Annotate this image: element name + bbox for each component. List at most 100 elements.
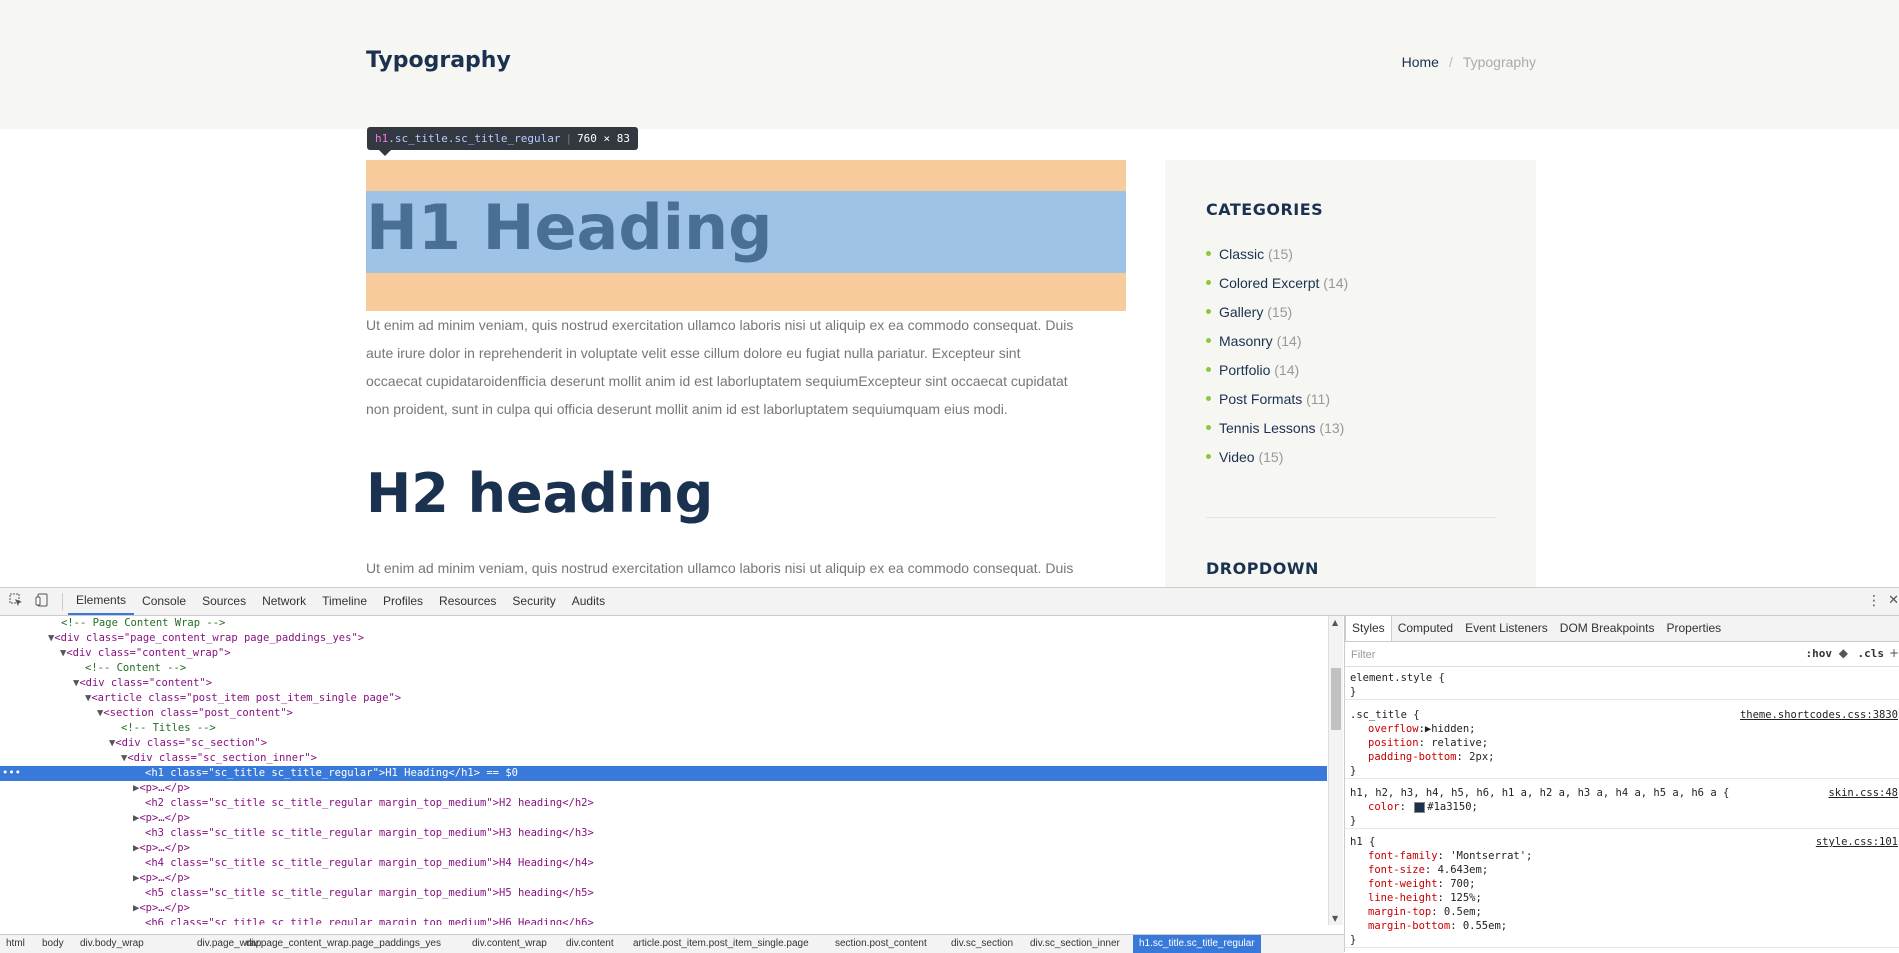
css-rule-headings[interactable]: h1, h2, h3, h4, h5, h6, h1 a, h2 a, h3 a…: [1345, 786, 1899, 829]
tab-profiles[interactable]: Profiles: [375, 588, 431, 615]
dom-breadcrumb[interactable]: div.content: [560, 935, 620, 953]
css-value[interactable]: 700;: [1450, 878, 1475, 890]
category-link[interactable]: Colored Excerpt: [1219, 275, 1319, 291]
dom-breadcrumb[interactable]: body: [36, 935, 70, 953]
more-options-icon[interactable]: ⋮: [1867, 594, 1881, 608]
css-property[interactable]: margin-bottom: [1368, 920, 1450, 932]
css-value[interactable]: 2px;: [1469, 751, 1494, 763]
category-link[interactable]: Portfolio: [1219, 362, 1270, 378]
dom-breadcrumb[interactable]: div.content_wrap: [466, 935, 553, 953]
dom-node-selected[interactable]: ••• <h1 class="sc_title sc_title_regular"…: [0, 766, 1327, 781]
rule-source-link[interactable]: style.css:101: [1816, 835, 1898, 849]
dom-node[interactable]: <h2 class="sc_title sc_title_regular mar…: [0, 796, 1327, 811]
css-value[interactable]: 0.5em;: [1444, 906, 1482, 918]
css-rule-element-style[interactable]: element.style { }: [1345, 671, 1899, 700]
scrollbar-thumb[interactable]: [1331, 668, 1341, 730]
category-link[interactable]: Classic: [1219, 246, 1264, 262]
category-link[interactable]: Gallery: [1219, 304, 1263, 320]
dom-breadcrumb[interactable]: article.post_item.post_item_single.page: [627, 935, 815, 953]
paint-icon[interactable]: ◆: [1839, 646, 1848, 660]
dom-node[interactable]: ▶<p>…</p>: [0, 811, 1327, 826]
css-property[interactable]: margin-top: [1368, 906, 1431, 918]
css-property[interactable]: position: [1368, 737, 1419, 749]
css-property[interactable]: line-height: [1368, 892, 1438, 904]
rule-source-link[interactable]: skin.css:48: [1828, 786, 1898, 800]
css-property[interactable]: font-family: [1368, 850, 1438, 862]
inspect-element-icon[interactable]: [8, 593, 24, 609]
dom-breadcrumb-active[interactable]: h1.sc_title.sc_title_regular: [1133, 935, 1261, 953]
h2-heading: H2 heading: [366, 462, 714, 525]
tab-timeline[interactable]: Timeline: [314, 588, 375, 615]
css-value[interactable]: 0.55em;: [1463, 920, 1507, 932]
add-rule-icon[interactable]: +: [1889, 646, 1899, 660]
close-icon[interactable]: ✕: [1888, 594, 1899, 608]
css-rule-h1[interactable]: h1 { style.css:101 font-family: 'Montser…: [1345, 835, 1899, 948]
css-property[interactable]: overflow: [1368, 723, 1419, 735]
dom-node[interactable]: <h4 class="sc_title sc_title_regular mar…: [0, 856, 1327, 871]
tab-dom-breakpoints[interactable]: DOM Breakpoints: [1554, 616, 1661, 641]
tab-console[interactable]: Console: [134, 588, 194, 615]
dom-node[interactable]: ▼<div class="page_content_wrap page_padd…: [0, 631, 1327, 646]
dom-breadcrumb[interactable]: div.body_wrap: [74, 935, 150, 953]
category-count: (14): [1274, 362, 1300, 378]
dom-tree[interactable]: <!-- Page Content Wrap --> ▼<div class="…: [0, 616, 1327, 925]
dom-node[interactable]: <!-- Titles -->: [0, 721, 1327, 736]
dom-node[interactable]: ▶<p>…</p>: [0, 901, 1327, 916]
css-property[interactable]: font-weight: [1368, 878, 1438, 890]
dom-breadcrumb[interactable]: div.sc_section_inner: [1024, 935, 1126, 953]
css-value[interactable]: hidden;: [1431, 723, 1475, 735]
category-link[interactable]: Video: [1219, 449, 1255, 465]
tab-properties[interactable]: Properties: [1660, 616, 1727, 641]
css-property[interactable]: padding-bottom: [1368, 751, 1457, 763]
styles-filter-input[interactable]: [1349, 646, 1653, 664]
rule-source-link[interactable]: theme.shortcodes.css:3830: [1740, 708, 1898, 722]
breadcrumb-home-link[interactable]: Home: [1402, 54, 1439, 70]
tab-security[interactable]: Security: [504, 588, 563, 615]
dom-node[interactable]: <!-- Page Content Wrap -->: [0, 616, 1327, 631]
page-title-bar: Typography Home / Typography: [0, 0, 1899, 129]
dom-breadcrumb[interactable]: html: [0, 935, 31, 953]
class-toggle-button[interactable]: .cls: [1858, 647, 1885, 660]
dom-node[interactable]: ▼<div class="content_wrap">: [0, 646, 1327, 661]
dom-node[interactable]: ▶<p>…</p>: [0, 871, 1327, 886]
category-link[interactable]: Masonry: [1219, 333, 1273, 349]
css-value[interactable]: #1a3150;: [1427, 801, 1478, 813]
dom-breadcrumb[interactable]: section.post_content: [829, 935, 933, 953]
tab-styles[interactable]: Styles: [1345, 616, 1392, 641]
dom-node[interactable]: ▼<div class="sc_section">: [0, 736, 1327, 751]
tab-computed[interactable]: Computed: [1392, 616, 1459, 641]
tab-elements[interactable]: Elements: [68, 588, 135, 615]
tab-event-listeners[interactable]: Event Listeners: [1459, 616, 1554, 641]
css-value[interactable]: 4.643em;: [1438, 864, 1489, 876]
dom-node[interactable]: ▶<p>…</p>: [0, 841, 1327, 856]
dom-node[interactable]: ▼<section class="post_content">: [0, 706, 1327, 721]
dom-node[interactable]: <h5 class="sc_title sc_title_regular mar…: [0, 886, 1327, 901]
css-value[interactable]: relative;: [1431, 737, 1488, 749]
css-rule-sc-title[interactable]: .sc_title { theme.shortcodes.css:3830 ov…: [1345, 708, 1899, 779]
category-link[interactable]: Post Formats: [1219, 391, 1302, 407]
css-value[interactable]: 125%;: [1450, 892, 1482, 904]
css-property[interactable]: color: [1368, 801, 1400, 813]
dom-scrollbar[interactable]: ▲ ▼: [1328, 616, 1343, 925]
dom-breadcrumb[interactable]: div.page_content_wrap.page_paddings_yes: [240, 935, 447, 953]
tab-network[interactable]: Network: [254, 588, 314, 615]
category-link[interactable]: Tennis Lessons: [1219, 420, 1316, 436]
device-mode-icon[interactable]: [34, 593, 50, 609]
dom-node[interactable]: ▶<p>…</p>: [0, 781, 1327, 796]
tab-audits[interactable]: Audits: [564, 588, 613, 615]
dom-breadcrumb[interactable]: div.sc_section: [945, 935, 1019, 953]
color-swatch-icon[interactable]: [1414, 801, 1426, 813]
dom-node[interactable]: <h3 class="sc_title sc_title_regular mar…: [0, 826, 1327, 841]
tab-sources[interactable]: Sources: [194, 588, 254, 615]
dom-node[interactable]: ▼<article class="post_item post_item_sin…: [0, 691, 1327, 706]
dom-node[interactable]: <h6 class="sc_title sc_title_regular mar…: [0, 916, 1327, 925]
scroll-down-icon[interactable]: ▼: [1332, 914, 1338, 923]
hover-state-button[interactable]: :hov: [1806, 647, 1833, 660]
dom-node[interactable]: ▼<div class="sc_section_inner">: [0, 751, 1327, 766]
css-property[interactable]: font-size: [1368, 864, 1425, 876]
tab-resources[interactable]: Resources: [431, 588, 504, 615]
dom-node[interactable]: <!-- Content -->: [0, 661, 1327, 676]
dom-node[interactable]: ▼<div class="content">: [0, 676, 1327, 691]
scroll-up-icon[interactable]: ▲: [1332, 618, 1338, 627]
css-value[interactable]: 'Montserrat';: [1450, 850, 1532, 862]
